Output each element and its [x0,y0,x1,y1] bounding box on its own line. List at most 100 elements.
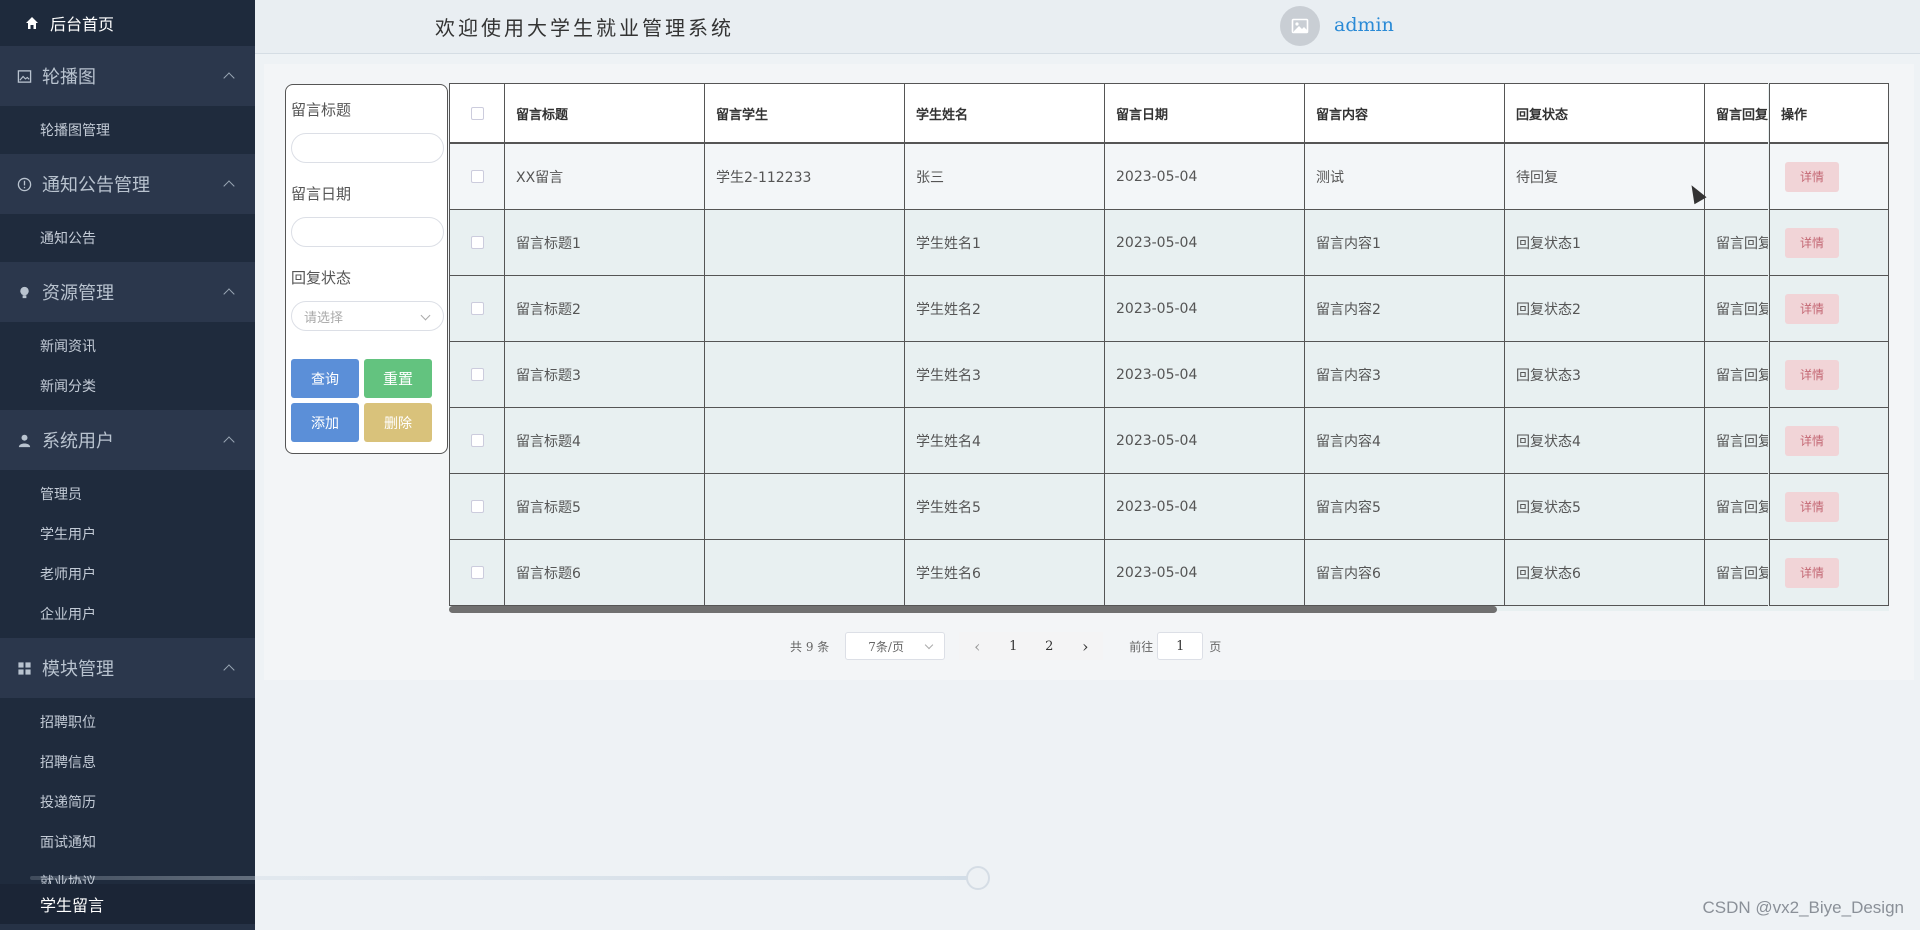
table-cell: 学生2-112233 [704,144,904,209]
avatar[interactable] [1280,6,1320,46]
table-row[interactable]: 留言标题2 学生姓名22023-05-04留言内容2回复状态2留言回复2 [449,276,1768,342]
detail-button[interactable]: 详情 [1785,425,1839,456]
table-cell [704,408,904,473]
prev-page-button[interactable]: ‹ [959,632,996,660]
table-header-row: 留言标题 留言学生 学生姓名 留言日期 留言内容 回复状态 留言回复 [449,83,1768,144]
sidebar-submenu: 新闻资讯 新闻分类 [0,322,255,410]
table-row[interactable]: 留言标题4 学生姓名42023-05-04留言内容4回复状态4留言回复4 [449,408,1768,474]
sidebar-group-label: 模块管理 [42,659,114,680]
detail-button[interactable]: 详情 [1785,227,1839,258]
detail-button[interactable]: 详情 [1785,491,1839,522]
reset-button[interactable]: 重置 [364,359,432,398]
page-button-2[interactable]: 2 [1031,632,1068,660]
detail-button[interactable]: 详情 [1785,161,1839,192]
sidebar-item-student-message[interactable]: 学生留言 [0,884,255,924]
table-cell: 留言内容4 [1304,408,1504,473]
page-size-select[interactable]: 7条/页 [845,632,946,660]
sidebar-item[interactable]: 企业用户 [0,594,255,634]
title-filter-input[interactable] [291,133,444,163]
checkbox[interactable] [470,500,484,513]
username[interactable]: admin [1334,14,1394,36]
date-filter-input[interactable] [291,217,444,247]
table-cell: 留言标题4 [504,408,704,473]
add-button[interactable]: 添加 [291,403,359,442]
table-cell: 回复状态6 [1504,540,1704,605]
status-filter-select[interactable]: 请选择 [291,301,444,331]
table-cell [704,474,904,539]
table-row[interactable]: 留言标题6 学生姓名62023-05-04留言内容6回复状态6留言回复6 [449,540,1768,606]
sidebar-item[interactable]: 招聘信息 [0,742,255,782]
column-header: 留言回复 [1704,84,1768,142]
sidebar-home[interactable]: 后台首页 [0,0,255,46]
sidebar-item[interactable]: 学生用户 [0,514,255,554]
sidebar-group-title[interactable]: 通知公告管理 [0,154,255,214]
column-header: 学生姓名 [904,84,1104,142]
table-cell: 2023-05-04 [1104,342,1304,407]
table-cell: 学生姓名1 [904,210,1104,275]
watermark: CSDN @vx2_Biye_Design [1702,898,1904,917]
goto-page-input[interactable]: 1 [1157,632,1204,660]
row-checkbox-cell [449,144,504,209]
sidebar-item[interactable]: 投递简历 [0,782,255,822]
checkbox[interactable] [470,170,484,183]
goto-label: 前往 [1129,639,1154,654]
chevron-up-icon [223,180,235,192]
chevron-up-icon [223,664,235,676]
sidebar-group-title[interactable]: 资源管理 [0,262,255,322]
delete-button[interactable]: 删除 [364,403,432,442]
sidebar-group-title[interactable]: 系统用户 [0,410,255,470]
checkbox[interactable] [470,302,484,315]
home-icon [26,17,38,29]
table-row[interactable]: 留言标题5 学生姓名52023-05-04留言内容5回复状态5留言回复5 [449,474,1768,540]
ops-cell: 详情 [1769,144,1889,209]
table-cell [704,342,904,407]
detail-button[interactable]: 详情 [1785,557,1839,588]
sidebar-group-title[interactable]: 轮播图 [0,46,255,106]
sidebar-item[interactable]: 管理员 [0,474,255,514]
checkbox[interactable] [470,434,484,447]
sidebar-item[interactable]: 面试通知 [0,822,255,862]
table-cell: 留言回复4 [1704,408,1768,473]
table-row[interactable]: XX留言 学生2-112233 张三 2023-05-04 测试 待回复 [449,144,1768,210]
page-button-1[interactable]: 1 [995,632,1032,660]
table-row[interactable]: 留言标题1 学生姓名12023-05-04留言内容1回复状态1留言回复1 [449,210,1768,276]
checkbox[interactable] [470,566,484,579]
detail-button[interactable]: 详情 [1785,293,1839,324]
checkbox[interactable] [470,236,484,249]
sidebar-group-label: 轮播图 [42,67,96,88]
table-cell: 留言标题3 [504,342,704,407]
row-checkbox-cell [449,276,504,341]
table-cell [704,210,904,275]
row-checkbox-cell [449,210,504,275]
table-cell: 测试 [1304,144,1504,209]
table-cell [704,276,904,341]
slider-handle[interactable] [966,866,990,890]
table-cell: 学生姓名2 [904,276,1104,341]
sidebar-item[interactable]: 通知公告 [0,218,255,258]
table-row[interactable]: 留言标题3 学生姓名32023-05-04留言内容3回复状态3留言回复3 [449,342,1768,408]
table-cell: 留言内容2 [1304,276,1504,341]
sidebar-item[interactable]: 轮播图管理 [0,110,255,150]
next-page-button[interactable]: › [1067,632,1104,660]
ops-column-header: 操作 [1769,84,1889,142]
sidebar-group-label: 系统用户 [42,431,114,452]
checkbox[interactable] [470,106,484,120]
image-icon [16,68,32,84]
table-cell: 2023-05-04 [1104,210,1304,275]
sidebar-item[interactable]: 新闻资讯 [0,326,255,366]
sidebar-group-title[interactable]: 模块管理 [0,638,255,698]
table-cell: 留言内容6 [1304,540,1504,605]
query-button[interactable]: 查询 [291,359,359,398]
sidebar-item[interactable]: 招聘职位 [0,702,255,742]
detail-button[interactable]: 详情 [1785,359,1839,390]
ops-header-row: 操作 [1769,83,1889,144]
ops-row: 详情 [1769,342,1889,408]
table-cell: 留言回复3 [1704,342,1768,407]
info-circle-icon [16,176,32,192]
table-horizontal-scrollbar[interactable] [449,606,1497,613]
sidebar-item[interactable]: 老师用户 [0,554,255,594]
checkbox[interactable] [470,368,484,381]
table-cell: 留言内容5 [1304,474,1504,539]
table-cell: 回复状态2 [1504,276,1704,341]
sidebar-item[interactable]: 新闻分类 [0,366,255,406]
